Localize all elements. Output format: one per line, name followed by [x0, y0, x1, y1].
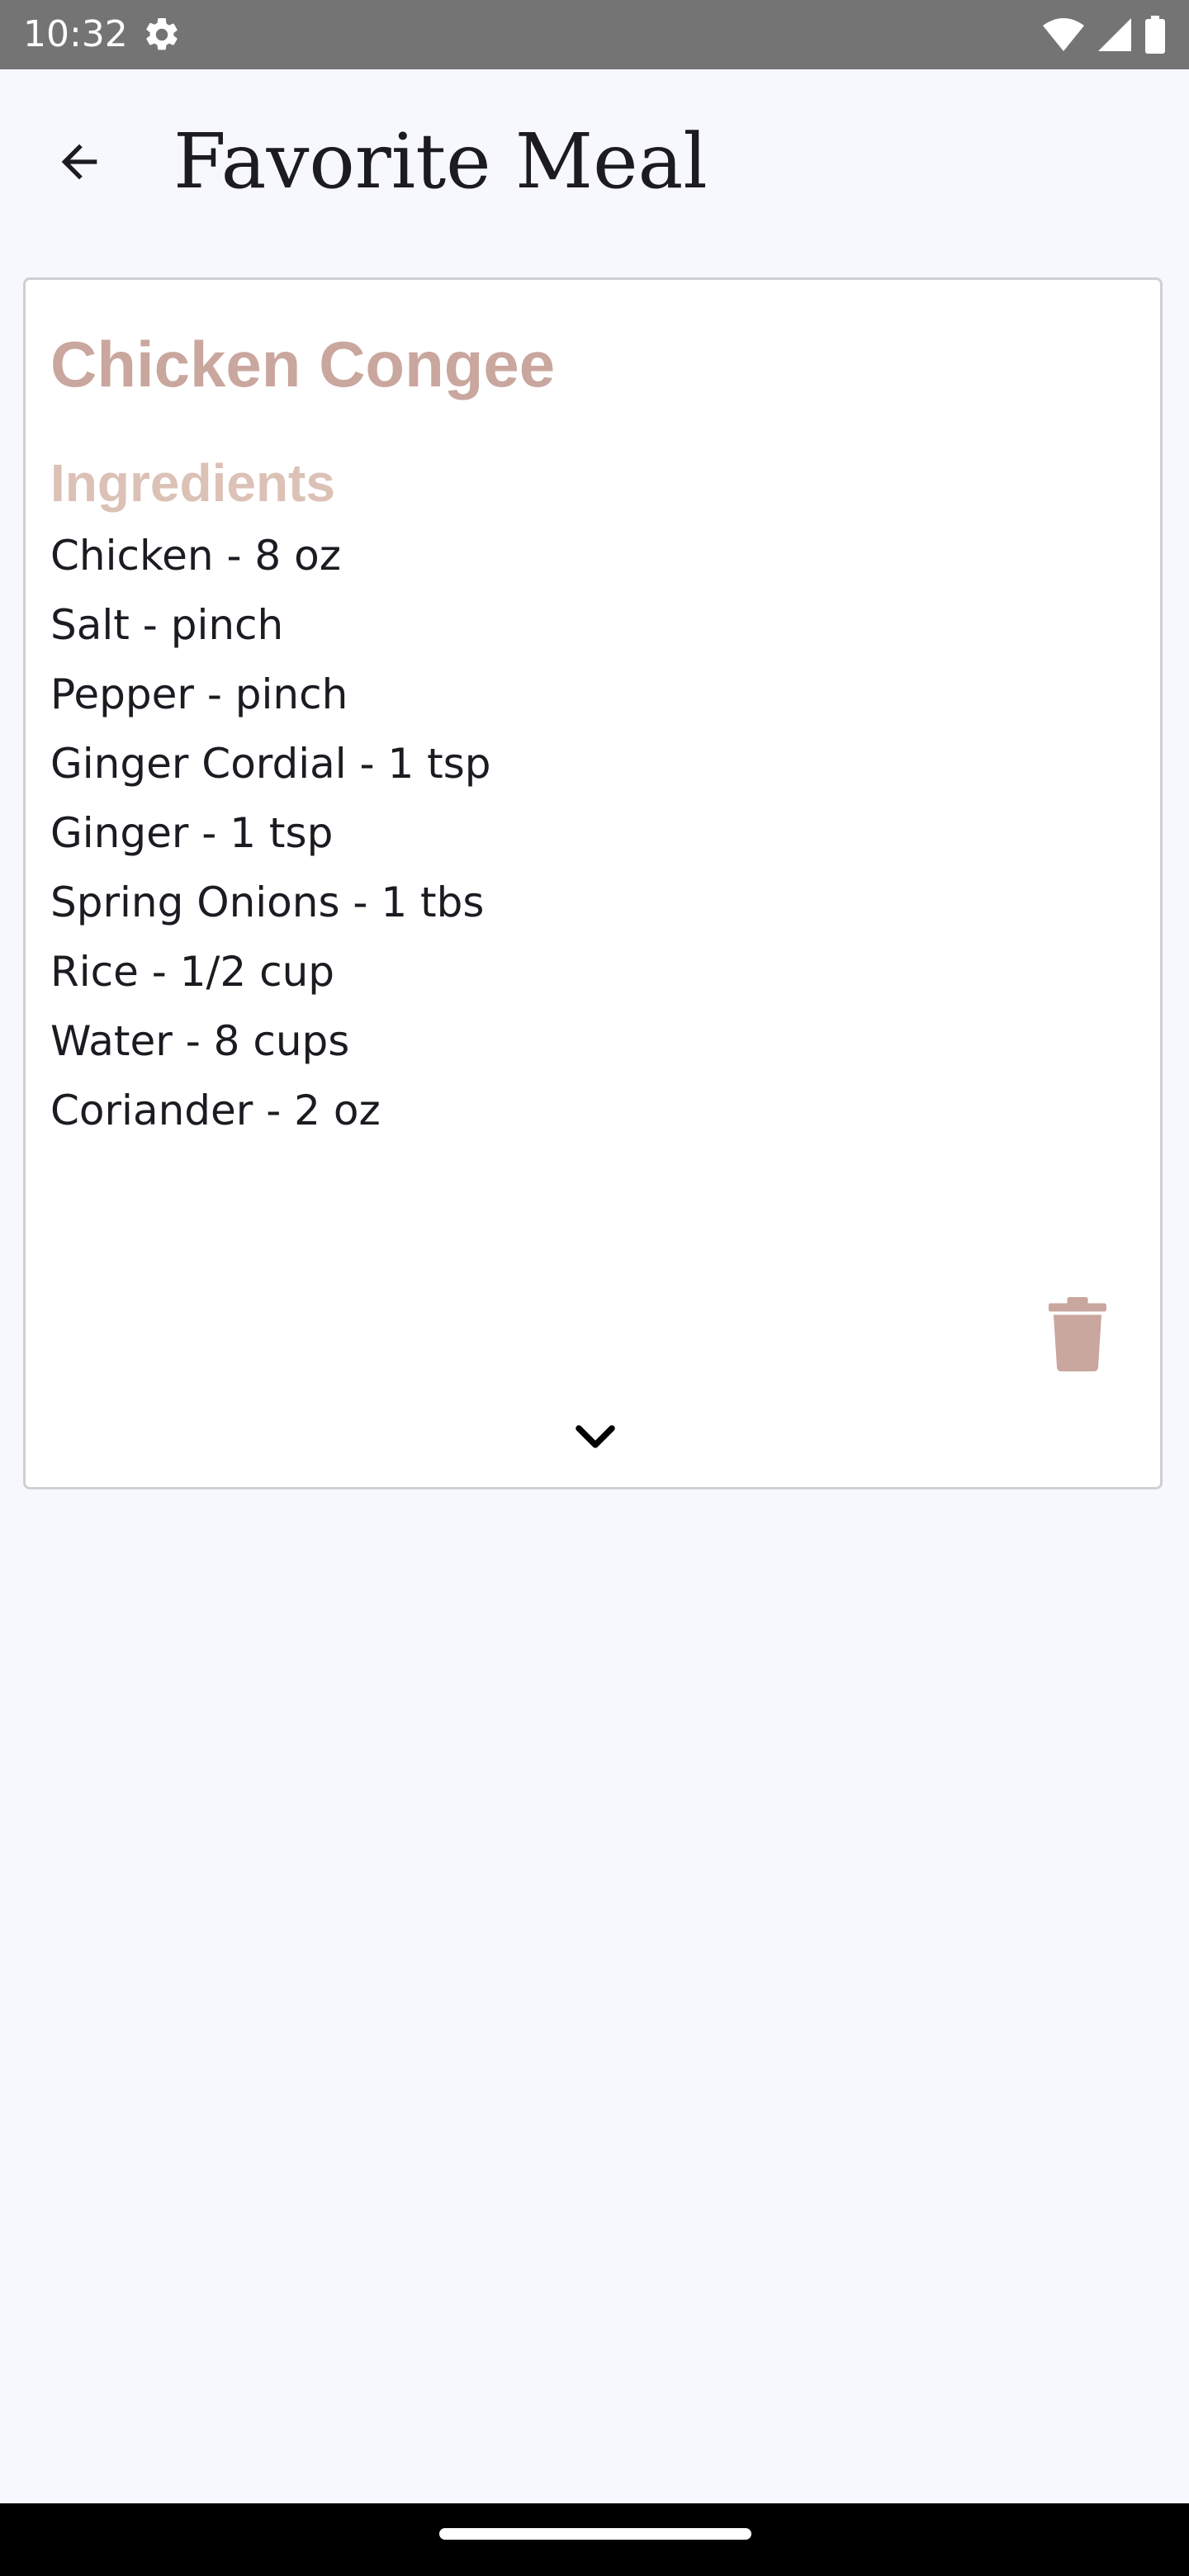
app-bar: Favorite Meal — [0, 69, 1189, 251]
chevron-down-icon — [571, 1425, 620, 1461]
trash-icon — [1045, 1297, 1111, 1375]
status-bar: 10:32 — [0, 0, 1189, 69]
ingredient-list: Chicken - 8 oz Salt - pinch Pepper - pin… — [50, 521, 491, 1145]
status-time: 10:32 — [23, 13, 128, 55]
ingredient-item: Pepper - pinch — [50, 670, 348, 718]
delete-button[interactable] — [1045, 1297, 1111, 1371]
ingredient-item: Water - 8 cups — [50, 1017, 350, 1065]
ingredient-item: Chicken - 8 oz — [50, 532, 341, 580]
battery-icon — [1144, 16, 1166, 54]
ingredients-heading: Ingredients — [50, 453, 335, 513]
ingredient-item: Coriander - 2 oz — [50, 1087, 381, 1134]
ingredient-item: Ginger Cordial - 1 tsp — [50, 740, 491, 788]
meal-card: Chicken Congee Ingredients Chicken - 8 o… — [23, 277, 1163, 1489]
ingredient-item: Rice - 1/2 cup — [50, 948, 334, 996]
cellular-signal-icon — [1097, 17, 1133, 53]
ingredient-item: Salt - pinch — [50, 601, 284, 649]
ingredient-item: Spring Onions - 1 tbs — [50, 878, 485, 926]
arrow-back-icon — [53, 135, 106, 192]
ingredient-item: Ginger - 1 tsp — [50, 809, 334, 857]
expand-button[interactable] — [571, 1416, 620, 1457]
navigation-bar — [0, 2503, 1189, 2576]
settings-gear-icon — [142, 15, 182, 54]
home-gesture-handle[interactable] — [439, 2528, 751, 2540]
meal-name: Chicken Congee — [50, 328, 556, 400]
status-icons — [1042, 12, 1166, 58]
wifi-icon — [1042, 17, 1085, 53]
back-button[interactable] — [40, 124, 119, 203]
page-title: Favorite Meal — [173, 117, 708, 206]
